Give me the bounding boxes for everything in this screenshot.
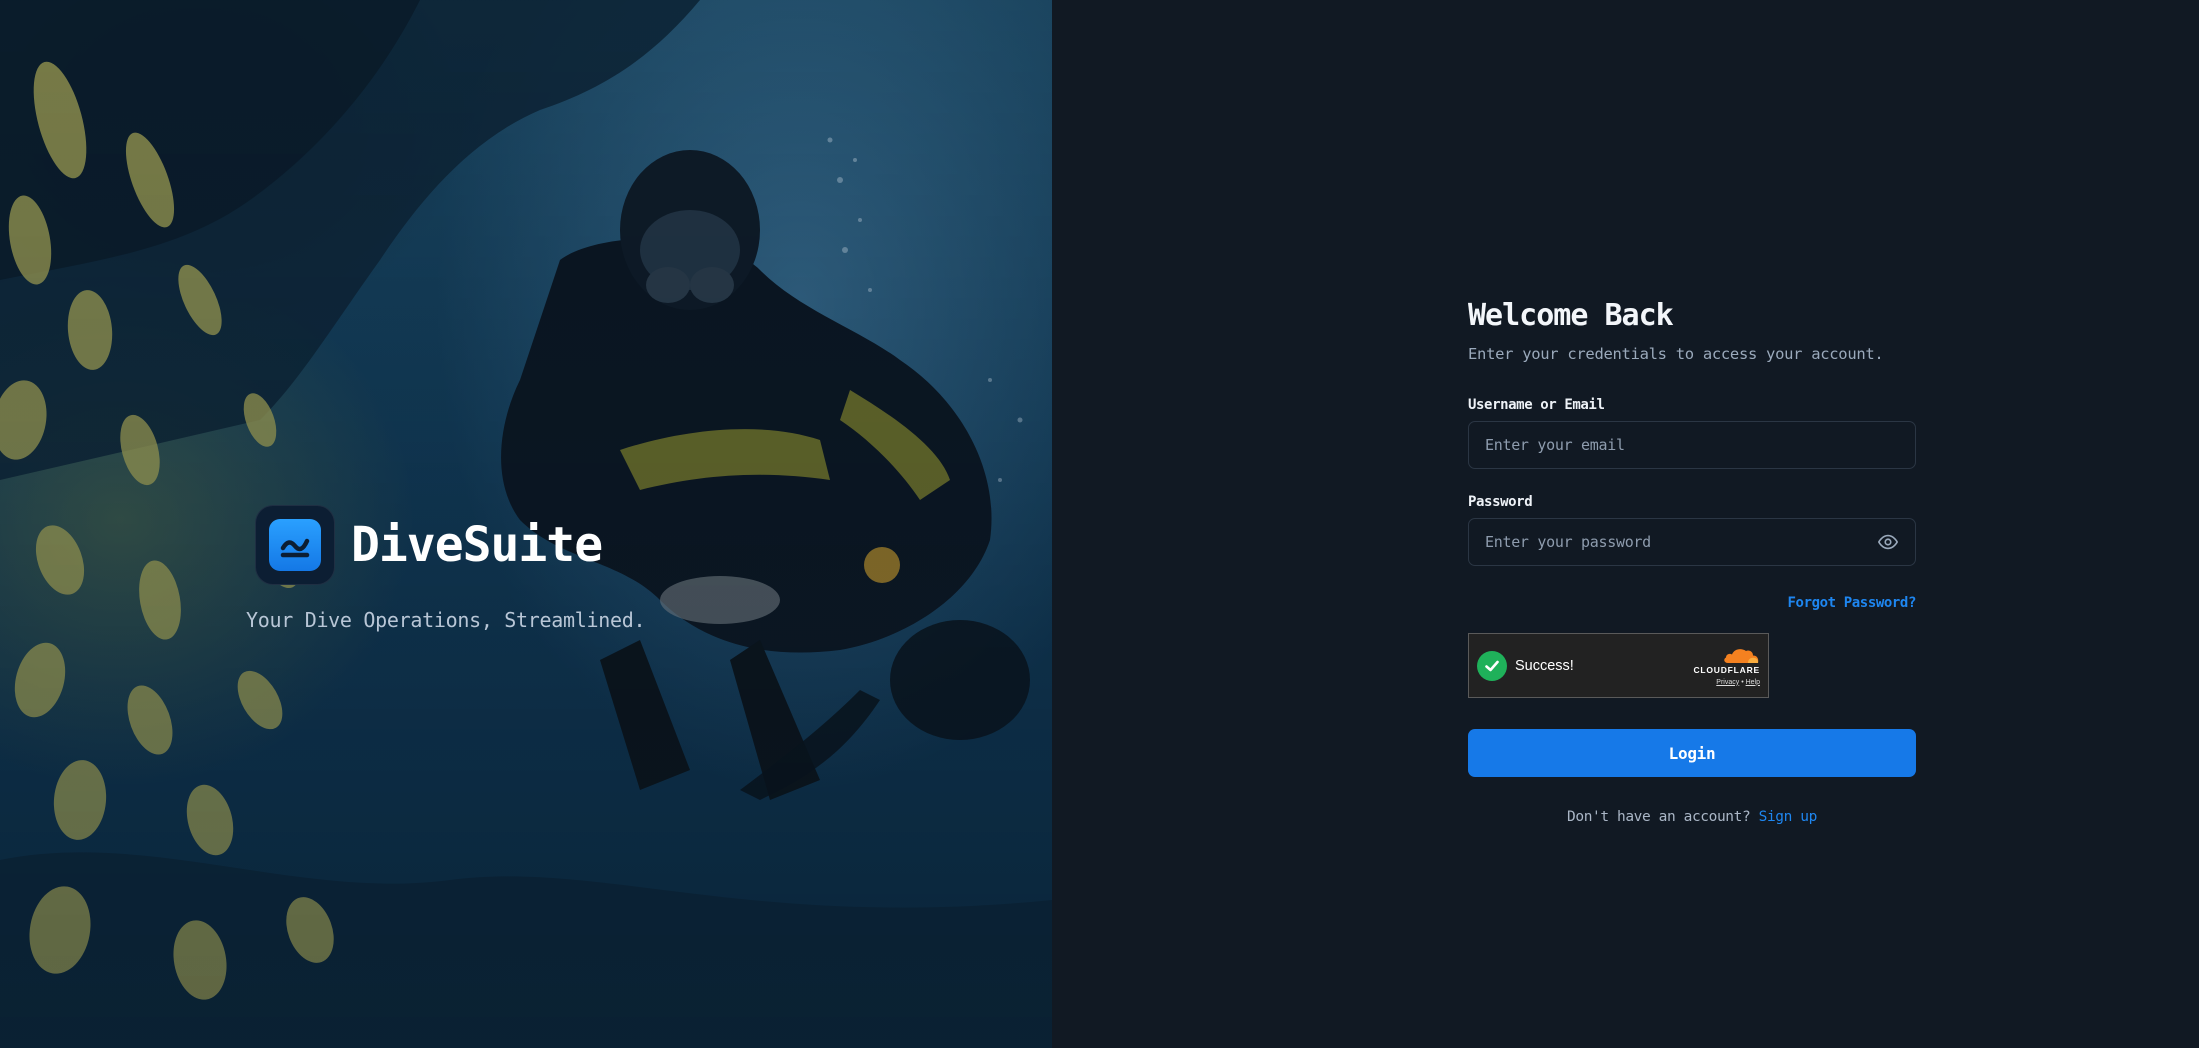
username-label: Username or Email — [1468, 397, 1605, 413]
brand-logo — [255, 505, 335, 585]
cloudflare-logo-text: CLOUDFLARE — [1693, 664, 1760, 675]
cloudflare-cloud-icon — [1724, 648, 1759, 663]
wave-icon — [269, 519, 321, 571]
captcha-help-link[interactable]: Help — [1746, 679, 1760, 686]
username-input[interactable] — [1468, 421, 1916, 469]
page-subtitle: Enter your credentials to access your ac… — [1468, 345, 1884, 363]
forgot-row: Forgot Password? — [1468, 592, 1917, 611]
signup-link[interactable]: Sign up — [1759, 809, 1818, 825]
eye-icon[interactable] — [1876, 530, 1900, 554]
cloudflare-links: Privacy • Help — [1716, 679, 1760, 686]
brand: DiveSuite — [255, 505, 603, 585]
brand-tagline: Your Dive Operations, Streamlined. — [246, 608, 646, 632]
captcha-privacy-link[interactable]: Privacy — [1716, 679, 1739, 686]
hero-panel: DiveSuite Your Dive Operations, Streamli… — [0, 0, 1052, 1048]
login-panel: Welcome Back Enter your credentials to a… — [1052, 0, 2199, 1048]
page-title: Welcome Back — [1468, 298, 1674, 333]
success-check-icon — [1477, 650, 1507, 681]
brand-name: DiveSuite — [351, 517, 603, 573]
cloudflare-branding: CLOUDFLARE Privacy • Help — [1693, 646, 1760, 686]
captcha-link-separator: • — [1741, 678, 1744, 686]
username-field-wrap — [1468, 421, 1916, 469]
password-field-wrap — [1468, 518, 1916, 566]
signup-row: Don't have an account? Sign up — [1468, 809, 1916, 825]
password-label: Password — [1468, 494, 1533, 510]
password-input[interactable] — [1468, 518, 1916, 566]
forgot-password-link[interactable]: Forgot Password? — [1788, 595, 1917, 611]
login-button[interactable]: Login — [1468, 729, 1916, 777]
login-form: Welcome Back Enter your credentials to a… — [1468, 298, 1916, 825]
signup-prompt: Don't have an account? — [1567, 809, 1751, 825]
captcha-status-text: Success! — [1515, 657, 1574, 674]
captcha-status: Success! — [1477, 650, 1574, 681]
captcha-widget[interactable]: Success! CLOUDFLARE Privacy • Help — [1468, 633, 1769, 698]
